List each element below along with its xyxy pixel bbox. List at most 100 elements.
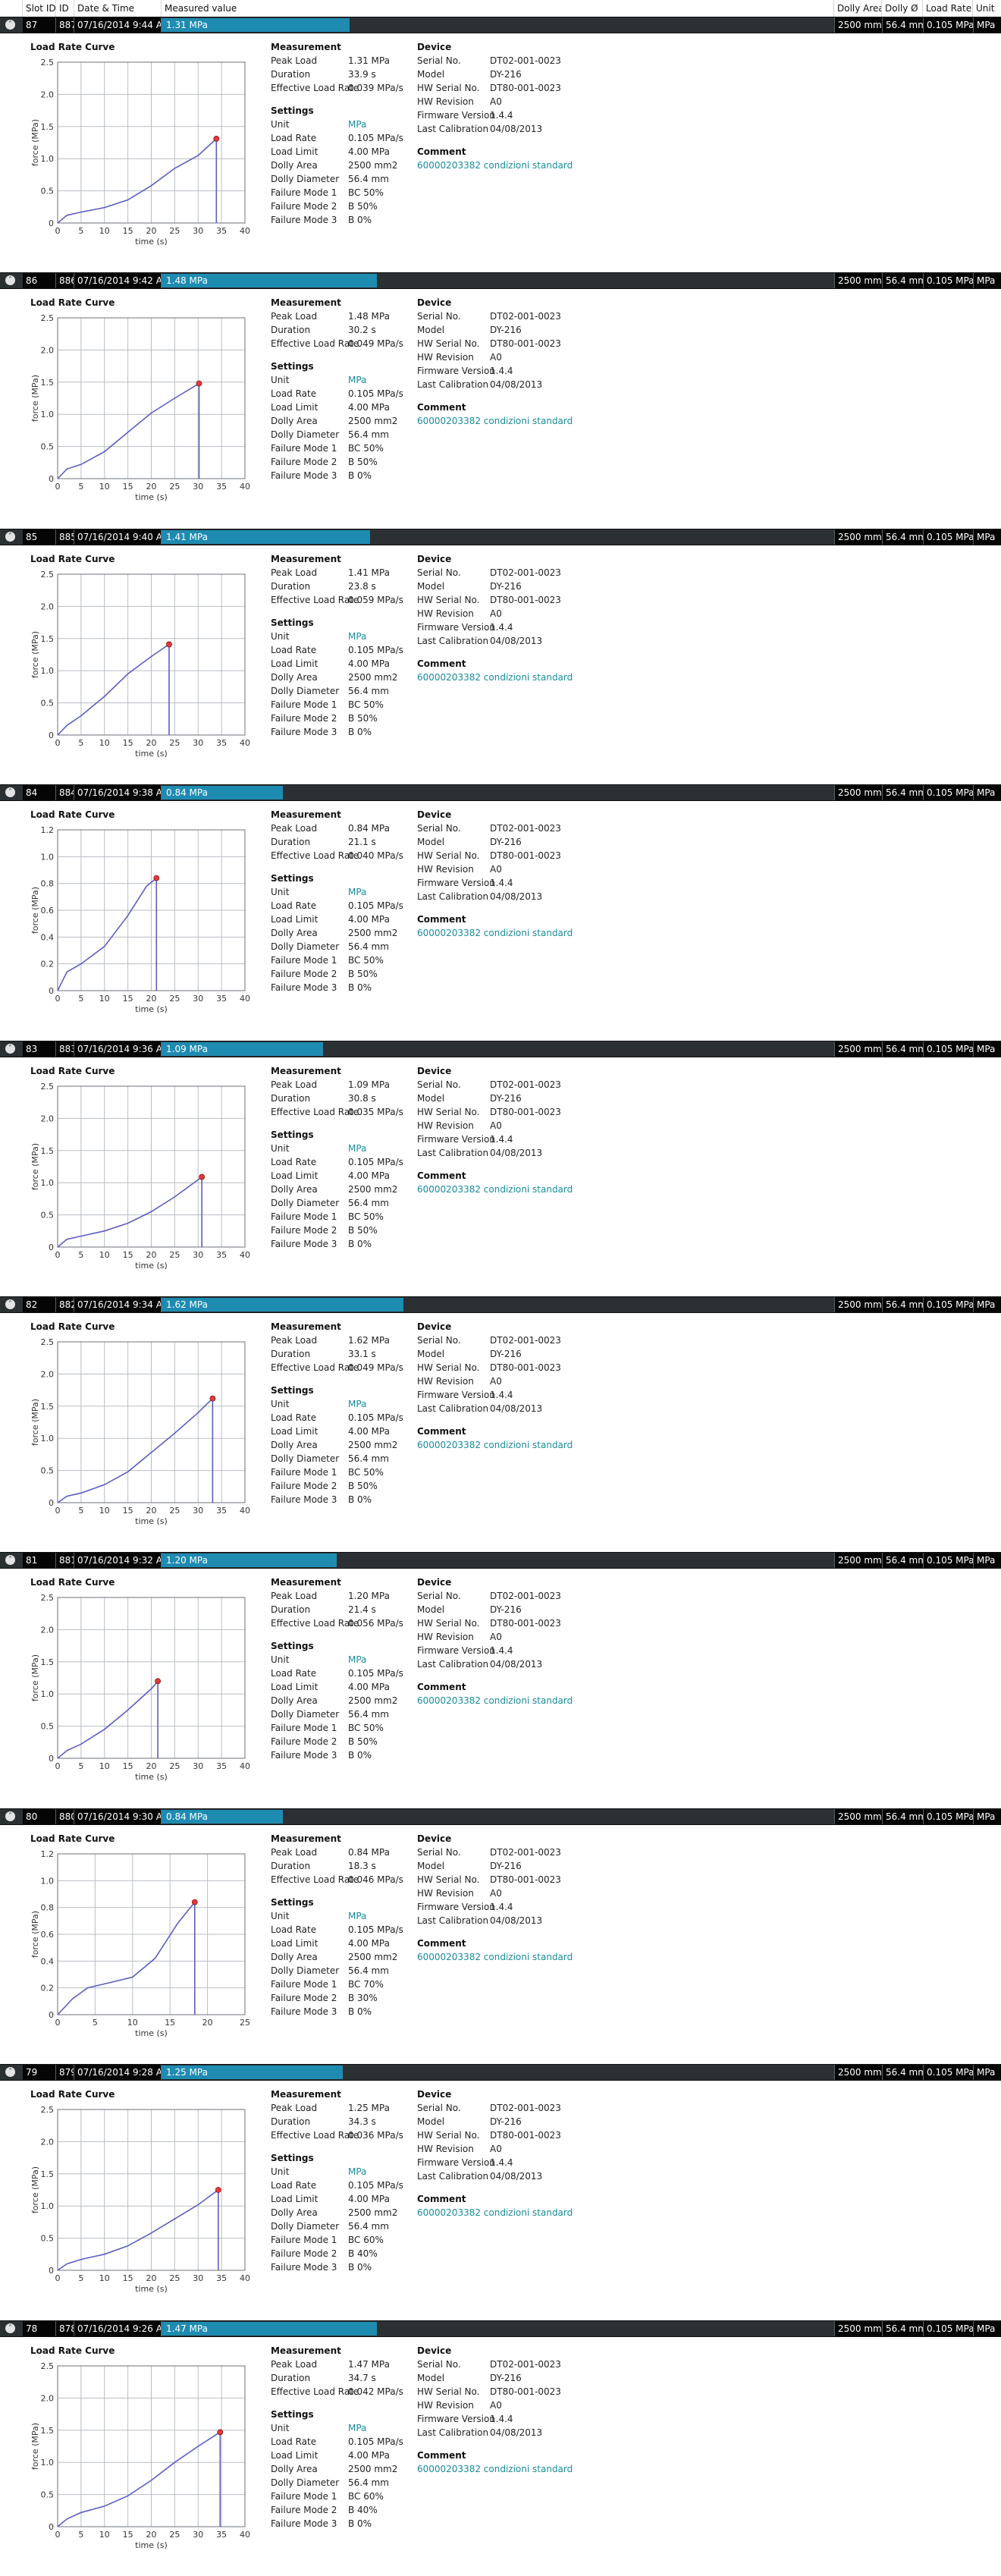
x-tick-label: 35 (216, 226, 227, 236)
column-header-slot-id[interactable]: Slot ID (23, 0, 56, 17)
column-header-date-time[interactable]: Date & Time (74, 0, 162, 17)
comment-text: 60000203382 condizioni standard (417, 672, 573, 683)
peak-load-value: 1.62 MPa (348, 1335, 390, 1346)
peak-load-marker[interactable] (153, 875, 160, 881)
peak-load-marker[interactable] (166, 641, 172, 648)
peak-load-marker[interactable] (196, 380, 202, 387)
chevron-expand-icon[interactable]: ˄ (5, 2067, 15, 2077)
record-row[interactable]: ˄ 7987907/16/2014 9:28 AM1.25 MPa 2500 mm2… (0, 2064, 1001, 2081)
last-calibration-row: Last Calibration 04/08/2013 (417, 379, 542, 390)
y-axis-label: force (MPa) (30, 2166, 40, 2213)
y-tick-label: 0.5 (41, 1211, 55, 1220)
firmware-version-label: Firmware Version (417, 878, 495, 888)
chevron-expand-icon[interactable]: ˄ (5, 787, 15, 797)
model-value: DY-216 (490, 69, 522, 80)
record-row[interactable]: ˄ 7887807/16/2014 9:26 AM1.47 MPa 2500 mm2… (0, 2320, 1001, 2337)
record-row[interactable]: ˄ 8288207/16/2014 9:34 AM1.62 MPa 2500 mm2… (0, 1296, 1001, 1313)
failure-mode-3-label: Failure Mode 3 (271, 470, 337, 481)
x-axis-label: time (s) (135, 1516, 168, 1526)
chevron-expand-icon[interactable]: ˄ (5, 1299, 15, 1309)
chevron-expand-icon[interactable]: ˄ (5, 1811, 15, 1821)
failure-mode-1-label: Failure Mode 1 (271, 2491, 337, 2502)
last-calibration-label: Last Calibration (417, 1915, 489, 1926)
dolly-diameter-cell: 56.4 mm (882, 529, 927, 545)
record-row[interactable]: ˄ 8788707/16/2014 9:44 AM1.31 MPa 2500 mm2… (0, 17, 1001, 33)
record-row[interactable]: ˄ 8688607/16/2014 9:42 AM1.48 MPa 2500 mm2… (0, 272, 1001, 289)
record-row[interactable]: ˄ 8088007/16/2014 9:30 AM0.84 MPa 2500 mm2… (0, 1808, 1001, 1825)
effective-load-rate-value: 0.039 MPa/s (348, 83, 403, 93)
x-tick-label: 35 (216, 1506, 227, 1516)
column-header-load-rate[interactable]: Load Rate (923, 0, 973, 17)
record-row[interactable]: ˄ 8188107/16/2014 9:32 AM1.20 MPa 2500 mm2… (0, 1552, 1001, 1569)
x-tick-label: 35 (216, 2273, 227, 2283)
load-limit-value: 4.00 MPa (348, 146, 390, 157)
column-header-id[interactable]: ID (56, 0, 74, 17)
column-header-expander[interactable] (0, 0, 23, 17)
date-time-cell: 07/16/2014 9:28 AM (74, 2065, 162, 2080)
peak-load-marker[interactable] (191, 1899, 198, 1905)
last-calibration-value: 04/08/2013 (490, 1148, 543, 1158)
peak-load-marker[interactable] (215, 2187, 221, 2193)
peak-load-marker[interactable] (213, 136, 220, 142)
chevron-expand-icon[interactable]: ˄ (5, 532, 15, 542)
chevron-expand-icon[interactable]: ˄ (5, 275, 15, 285)
unit-row: Unit MPa (271, 1911, 366, 1921)
chevron-expand-icon[interactable]: ˄ (5, 1555, 15, 1565)
effective-load-rate-value: 0.036 MPa/s (348, 2130, 403, 2141)
column-header-measured-value[interactable]: Measured value (162, 0, 834, 17)
y-tick-label: 0 (49, 2522, 54, 2532)
chevron-expand-icon[interactable]: ˄ (5, 20, 15, 30)
x-tick-label: 40 (240, 482, 250, 492)
load-rate-curve-title: Load Rate Curve (30, 809, 115, 820)
load-rate-label: Load Rate (271, 1668, 317, 1679)
model-label: Model (417, 2116, 445, 2127)
column-header-dolly-diameter[interactable]: Dolly Ø (882, 0, 923, 17)
x-tick-label: 25 (169, 2273, 180, 2283)
serial-no-row: Serial No. DT02-001-0023 (417, 1335, 561, 1346)
failure-mode-3-label: Failure Mode 3 (271, 215, 337, 225)
failure-mode-1-label: Failure Mode 1 (271, 2235, 337, 2245)
failure-mode-1-label: Failure Mode 1 (271, 187, 337, 198)
peak-load-marker[interactable] (199, 1173, 206, 1180)
load-limit-label: Load Limit (271, 2450, 318, 2461)
dolly-diameter-row: Dolly Diameter 56.4 mm (271, 941, 389, 952)
serial-no-value: DT02-001-0023 (490, 823, 561, 834)
dolly-diameter-row: Dolly Diameter 56.4 mm (271, 429, 389, 440)
duration-label: Duration (271, 2373, 311, 2383)
serial-no-label: Serial No. (417, 567, 461, 578)
y-tick-label: 2.0 (41, 602, 55, 611)
record-row[interactable]: ˄ 8588507/16/2014 9:40 AM1.41 MPa 2500 mm2… (0, 529, 1001, 545)
x-tick-label: 5 (93, 2018, 98, 2028)
serial-no-value: DT02-001-0023 (490, 2359, 561, 2370)
column-header-dolly-area[interactable]: Dolly Area (834, 0, 882, 17)
failure-mode-1-value: BC 60% (348, 2491, 384, 2502)
dolly-area-label: Dolly Area (271, 1952, 318, 1962)
y-tick-label: 2.0 (41, 90, 55, 99)
chevron-expand-icon[interactable]: ˄ (5, 2323, 15, 2333)
failure-mode-3-value: B 0% (348, 2006, 372, 2017)
peak-load-marker[interactable] (209, 1395, 216, 1402)
x-tick-label: 10 (99, 226, 110, 236)
peak-load-marker[interactable] (217, 2429, 224, 2436)
record-row[interactable]: ˄ 8488407/16/2014 9:38 AM0.84 MPa 2500 mm2… (0, 784, 1001, 801)
unit-value: MPa (348, 631, 367, 642)
force-curve-line (57, 2189, 219, 2271)
column-header-unit[interactable]: Unit (973, 0, 1001, 17)
chevron-expand-icon[interactable]: ˄ (5, 1044, 15, 1054)
peak-load-label: Peak Load (271, 567, 318, 578)
peak-load-label: Peak Load (271, 823, 318, 834)
y-tick-label: 0 (49, 2266, 54, 2276)
y-tick-label: 0 (49, 730, 54, 740)
x-tick-label: 5 (78, 1761, 83, 1771)
hw-revision-value: A0 (490, 1376, 502, 1387)
serial-no-row: Serial No. DT02-001-0023 (417, 311, 561, 322)
y-tick-label: 0.6 (41, 1930, 55, 1940)
hw-revision-label: HW Revision (417, 2400, 474, 2411)
record-row[interactable]: ˄ 8388307/16/2014 9:36 AM1.09 MPa 2500 mm2… (0, 1041, 1001, 1057)
load-limit-row: Load Limit 4.00 MPa (271, 914, 390, 925)
x-tick-label: 20 (146, 226, 157, 236)
slot-id-cell: 85 (23, 529, 56, 545)
load-limit-row: Load Limit 4.00 MPa (271, 2450, 390, 2461)
peak-load-marker[interactable] (155, 1678, 162, 1685)
force-curve-line (57, 643, 170, 736)
